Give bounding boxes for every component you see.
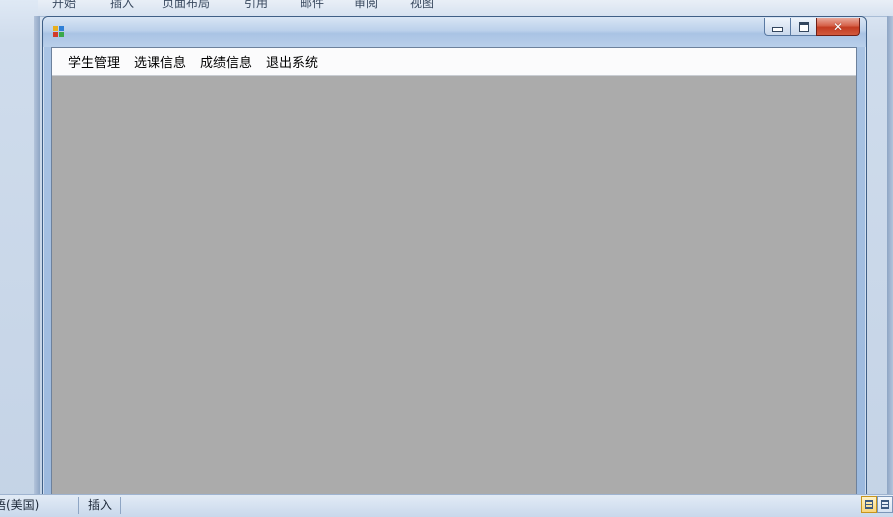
host-ribbon: 开始 插入 页面布局 引用 邮件 审阅 视图 [38, 0, 893, 17]
menu-student-management[interactable]: 学生管理 [61, 49, 127, 74]
window-controls: ✕ [764, 18, 860, 38]
title-bar[interactable]: ✕ [43, 17, 866, 47]
minimize-button[interactable] [764, 18, 790, 36]
host-window-edge-right [887, 16, 893, 494]
host-tab-mailings[interactable]: 邮件 [300, 0, 324, 11]
menu-course-selection[interactable]: 选课信息 [127, 49, 193, 74]
status-insert-mode[interactable]: 插入 [88, 497, 112, 514]
host-tab-insert[interactable]: 插入 [110, 0, 134, 11]
host-tab-review[interactable]: 审阅 [354, 0, 378, 11]
maximize-icon [798, 21, 809, 32]
menu-bar: 学生管理 选课信息 成绩信息 退出系统 [52, 48, 856, 76]
minimize-icon [772, 27, 783, 32]
host-status-bar: 英语(美国) 插入 [0, 494, 893, 517]
close-icon: ✕ [832, 19, 844, 34]
close-button[interactable]: ✕ [816, 18, 860, 36]
app-icon[interactable] [53, 26, 65, 38]
host-tab-view[interactable]: 视图 [410, 0, 434, 11]
main-window: ✕ 学生管理 选课信息 成绩信息 退出系统 [42, 16, 867, 496]
client-area: 学生管理 选课信息 成绩信息 退出系统 [51, 47, 857, 495]
desktop: 开始 插入 页面布局 引用 邮件 审阅 视图 ✕ 学生管理 选课信息 成绩信息 … [0, 0, 893, 517]
print-layout-view-button[interactable] [861, 496, 877, 513]
host-tab-home[interactable]: 开始 [52, 0, 76, 11]
status-separator [78, 497, 79, 514]
menu-grades[interactable]: 成绩信息 [193, 49, 259, 74]
reading-layout-icon [881, 500, 889, 509]
mdi-container [52, 76, 856, 494]
maximize-button[interactable] [790, 18, 816, 36]
status-separator [120, 497, 121, 514]
host-window-edge-left [34, 16, 40, 494]
host-tab-layout[interactable]: 页面布局 [162, 0, 210, 11]
status-language[interactable]: 英语(美国) [0, 497, 39, 514]
reading-view-button[interactable] [877, 496, 893, 513]
page-layout-icon [865, 500, 873, 509]
host-tab-references[interactable]: 引用 [244, 0, 268, 11]
menu-exit-system[interactable]: 退出系统 [259, 49, 325, 74]
view-mode-buttons [861, 496, 893, 515]
